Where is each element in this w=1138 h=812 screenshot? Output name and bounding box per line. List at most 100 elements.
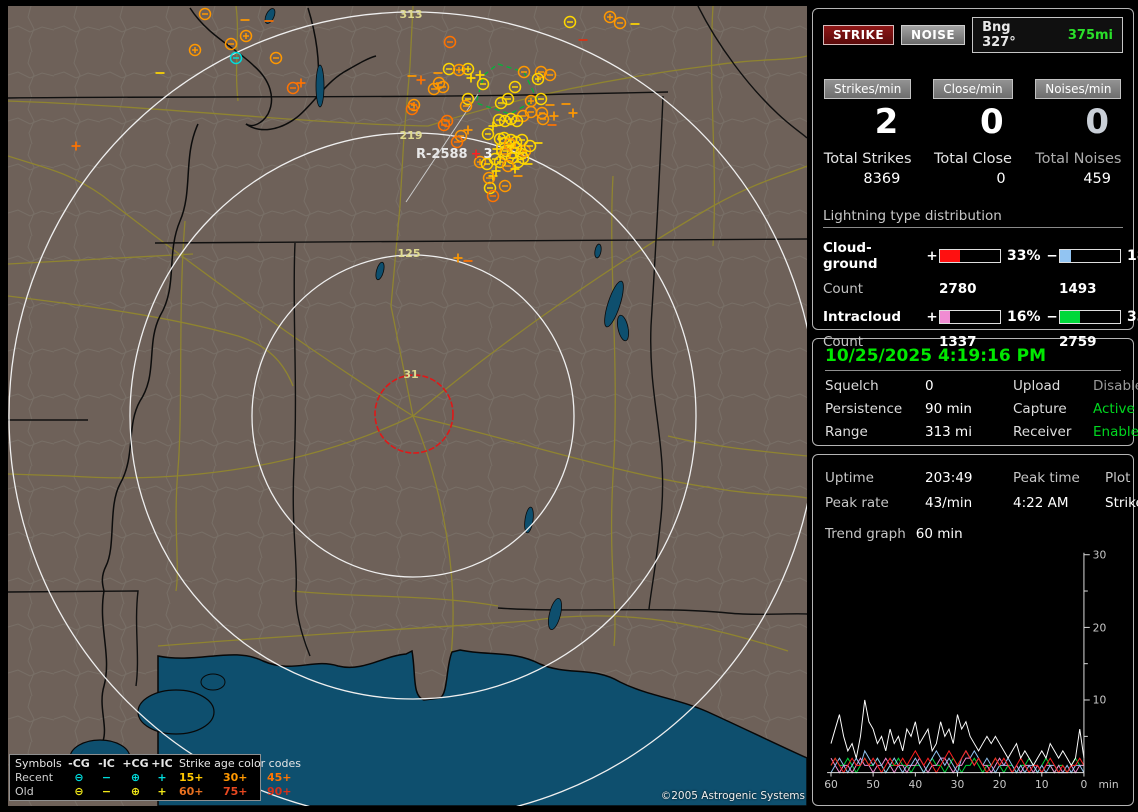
xtick-10: 10 [1035, 778, 1049, 791]
ic-minus-count: 2759 [1059, 334, 1123, 350]
rate-values-row: 2 0 0 [823, 99, 1123, 141]
age-15: 15+ [179, 771, 223, 785]
cg-plus-count: 2780 [939, 281, 1059, 297]
cloud-ground-label: Cloud-ground [823, 240, 925, 272]
intracloud-row: Intracloud + 16% − 33% [823, 309, 1123, 325]
recent-circle-minus-icon: ⊖ [65, 771, 93, 785]
total-noises-label: Total Noises [1034, 151, 1123, 167]
x-unit-label: min [1099, 778, 1119, 791]
trend-graph-label: Trend graph [825, 526, 906, 542]
cg-minus-count: 1493 [1059, 281, 1123, 297]
upload-label: Upload [1013, 378, 1093, 394]
total-strikes-value: 8369 [823, 171, 912, 187]
total-close-value: 0 [928, 171, 1017, 187]
range-value: 313 mi [925, 424, 1013, 440]
total-values-row: 8369 0 459 [823, 167, 1123, 187]
ring-label-219: 219 [400, 129, 423, 142]
rate-chips-row: Strikes/min Close/min Noises/min [823, 79, 1123, 99]
cg-plus-bar-fill [940, 250, 960, 262]
strike-mode-button[interactable]: STRIKE [823, 25, 894, 45]
peak-rate-value: 43/min [925, 495, 1013, 511]
count-label: Count [823, 281, 939, 297]
xtick-40: 40 [909, 778, 923, 791]
storm-cell-label: R-2588+3√ [416, 147, 505, 162]
ytick-20: 20 [1093, 622, 1107, 635]
status-row-squelch: Squelch 0 Upload Disabled [825, 378, 1121, 394]
xtick-20: 20 [993, 778, 1007, 791]
uptime-value: 203:49 [925, 470, 1013, 486]
total-noises-value: 459 [1034, 171, 1123, 187]
cg-plus-pct: 33% [1001, 248, 1045, 264]
stats-row-2: Peak rate 43/min 4:22 AM Strike [825, 495, 1121, 511]
distribution-title: Lightning type distribution [823, 208, 1123, 228]
datetime-display: 10/25/2025 4:19:16 PM [825, 346, 1121, 371]
age-90: 90+ [267, 785, 309, 799]
cg-minus-bar [1059, 249, 1121, 263]
status-panel: 10/25/2025 4:19:16 PM Squelch 0 Upload D… [812, 338, 1134, 446]
ring-label-125: 125 [398, 247, 421, 260]
cg-minus-bar-fill [1060, 250, 1071, 262]
trend-window-value: 60 min [916, 526, 963, 542]
squelch-value: 0 [925, 378, 1013, 394]
capture-label: Capture [1013, 401, 1093, 417]
old-plus-icon: + [151, 785, 173, 799]
persistence-value: 90 min [925, 401, 1013, 417]
noises-per-min-value: 0 [1034, 105, 1123, 141]
squelch-label: Squelch [825, 378, 925, 394]
trend-graph-row: Trend graph 60 min [825, 526, 1121, 542]
cloud-ground-row: Cloud-ground + 33% − 18% [823, 240, 1123, 272]
ic-minus-bar [1059, 310, 1121, 324]
ring-label-31: 31 [403, 368, 418, 381]
recent-minus-icon: − [93, 771, 120, 785]
ytick-10: 10 [1093, 694, 1107, 707]
trend-series-total-strikes-min [831, 700, 1084, 765]
plot-value: Strike [1105, 495, 1138, 511]
upload-value: Disabled [1093, 378, 1138, 394]
peak-time-label: Peak time [1013, 470, 1105, 486]
close-per-min-value: 0 [928, 105, 1017, 141]
xtick-30: 30 [951, 778, 965, 791]
stats-row-1: Uptime 203:49 Peak time Plot [825, 470, 1121, 486]
range-label: Range [825, 424, 925, 440]
legend-age-header: Strike age color codes [179, 757, 309, 771]
ic-plus-bar [939, 310, 1001, 324]
age-60: 60+ [179, 785, 223, 799]
ic-plus-pct: 16% [1001, 309, 1045, 325]
peak-time-value: 4:22 AM [1013, 495, 1105, 511]
cloud-ground-count-row: Count 2780 1493 [823, 281, 1123, 297]
receiver-value: Enabled [1093, 424, 1138, 440]
status-row-persistence: Persistence 90 min Capture Active [825, 401, 1121, 417]
trend-series--cg-rate [831, 751, 1084, 773]
map-panel[interactable]: 313 219 125 31 R-2588+3√ Symbols -CG -IC… [8, 6, 807, 806]
total-close-label: Total Close [928, 151, 1017, 167]
ic-plus-bar-fill [940, 311, 950, 323]
noise-mode-button[interactable]: NOISE [901, 25, 965, 45]
lightning-map[interactable]: 313 219 125 31 R-2588+3√ [8, 6, 807, 806]
legend-col-pos-cg: +CG [120, 757, 151, 771]
legend-symbols-header: Symbols [15, 757, 65, 771]
receiver-label: Receiver [1013, 424, 1093, 440]
ring-label-313: 313 [400, 8, 423, 21]
strike-summary-panel: STRIKE NOISE Bng 327° 375mi Strikes/min … [812, 8, 1134, 330]
noises-per-min-chip: Noises/min [1035, 79, 1121, 99]
old-circle-minus-icon: ⊖ [65, 785, 93, 799]
plot-label: Plot [1105, 470, 1130, 486]
minus-sign: − [1045, 309, 1059, 325]
age-75: 75+ [223, 785, 267, 799]
recent-circle-plus-icon: ⊕ [120, 771, 151, 785]
peak-rate-label: Peak rate [825, 495, 925, 511]
ic-minus-bar-fill [1060, 311, 1080, 323]
persistence-label: Persistence [825, 401, 925, 417]
old-circle-plus-icon: ⊕ [120, 785, 151, 799]
total-strikes-label: Total Strikes [823, 151, 912, 167]
plus-sign: + [925, 248, 939, 264]
old-minus-icon: − [93, 785, 120, 799]
status-row-range: Range 313 mi Receiver Enabled [825, 424, 1121, 440]
total-labels-row: Total Strikes Total Close Total Noises [823, 141, 1123, 167]
xtick-0: 0 [1081, 778, 1088, 791]
age-45: 45+ [267, 771, 309, 785]
trend-series-lines [831, 700, 1084, 773]
legend-row-old: Old [15, 785, 65, 799]
plus-sign: + [925, 309, 939, 325]
legend-col-pos-ic: +IC [151, 757, 173, 771]
